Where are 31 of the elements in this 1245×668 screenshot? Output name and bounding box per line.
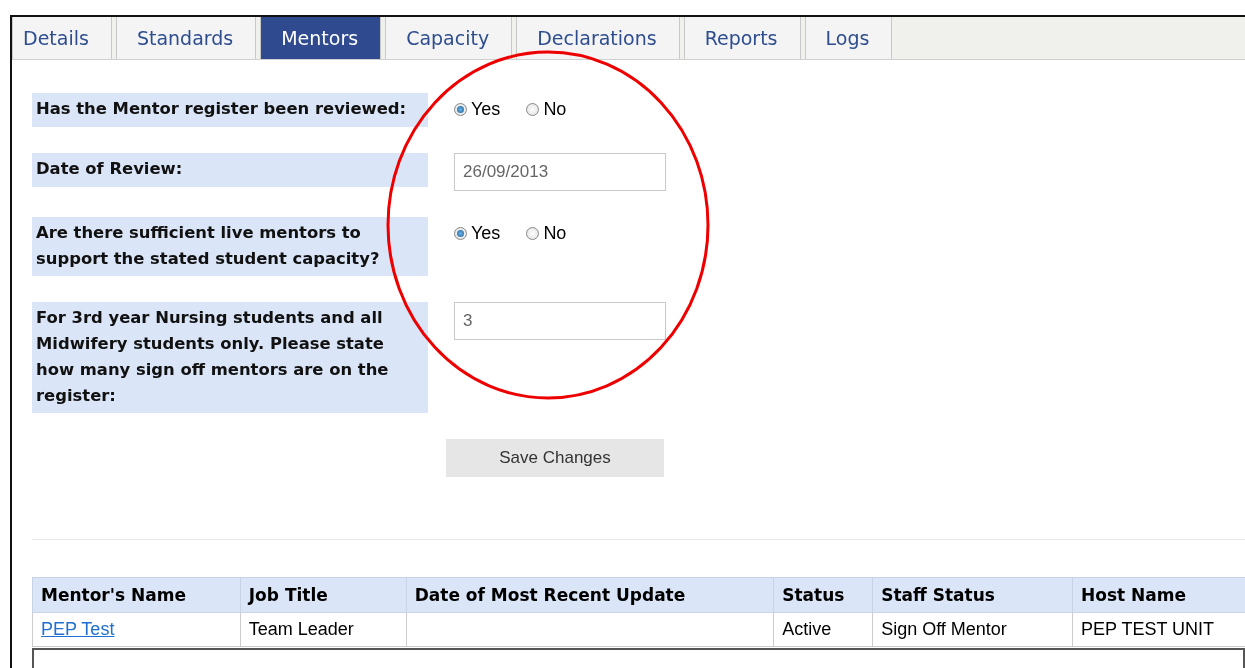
tab[interactable]: Details xyxy=(12,17,112,59)
tab[interactable]: Standards xyxy=(115,17,257,59)
tab[interactable]: Logs xyxy=(804,17,893,59)
tab[interactable]: Declarations xyxy=(516,17,680,59)
table-cell: Sign Off Mentor xyxy=(872,612,1073,647)
column-header: Date of Most Recent Update xyxy=(406,577,774,613)
table-cell: Active xyxy=(773,612,873,647)
column-header: Staff Status xyxy=(872,577,1073,613)
field-label: Are there sufficient live mentors to support the stated student capacity? xyxy=(32,217,428,276)
column-header: Host Name xyxy=(1072,577,1245,613)
field-label: Has the Mentor register been reviewed: xyxy=(32,93,428,127)
text-field[interactable]: 3 xyxy=(454,302,666,340)
column-header: Mentor's Name xyxy=(32,577,241,613)
radio-button[interactable] xyxy=(454,227,467,240)
save-button[interactable]: Save Changes xyxy=(446,439,664,477)
radio-button[interactable] xyxy=(454,103,467,116)
radio-button[interactable] xyxy=(526,227,540,240)
radio-button[interactable] xyxy=(526,103,540,116)
field-label: Date of Review: xyxy=(32,153,428,187)
table-cell: Team Leader xyxy=(240,612,407,647)
tab[interactable]: Mentors xyxy=(260,17,382,59)
text-field[interactable]: 26/09/2013 xyxy=(454,153,666,191)
radio-option[interactable]: No xyxy=(526,99,567,120)
column-header: Job Title xyxy=(240,577,407,613)
radio-option[interactable]: Yes xyxy=(454,99,501,120)
column-header: Status xyxy=(773,577,873,613)
radio-option[interactable]: Yes xyxy=(454,223,501,244)
tab[interactable]: Reports xyxy=(683,17,801,59)
radio-option[interactable]: No xyxy=(526,223,567,244)
tab[interactable]: Capacity xyxy=(385,17,513,59)
field-label: For 3rd year Nursing students and all Midwifery students only. Please state how many sign off mentors are on the register: xyxy=(32,302,428,413)
